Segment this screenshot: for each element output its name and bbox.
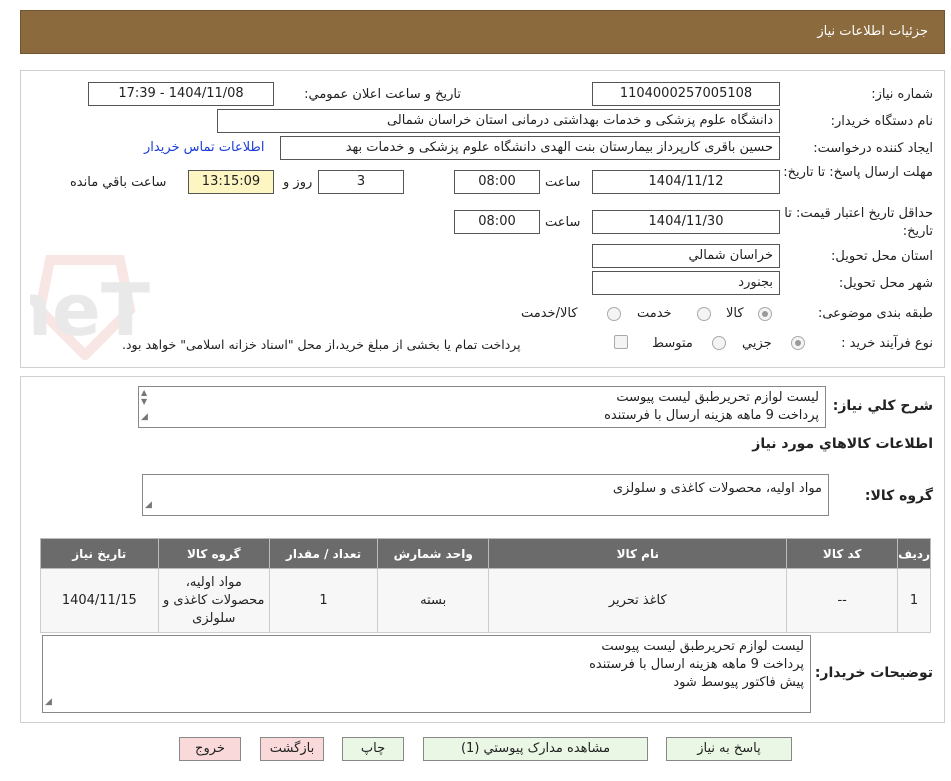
description-line-2: پرداخت 9 ماهه هزينه ارسال با فرستنده xyxy=(604,408,819,423)
days-field: 3 xyxy=(318,170,404,194)
need-number-field: 1104000257005108 xyxy=(592,82,780,106)
goods-group-textarea[interactable]: مواد اولیه، محصولات کاغذی و سلولزی ◢ xyxy=(142,474,829,516)
province-field: خراسان شمالي xyxy=(592,244,780,268)
category-radio-goods-service[interactable] xyxy=(607,307,621,321)
col-group: گروه کالا xyxy=(157,538,270,569)
print-button[interactable]: چاپ xyxy=(342,737,404,761)
resize-grip-icon[interactable]: ◢ xyxy=(45,693,52,711)
days-label: روز و xyxy=(283,175,313,190)
need-number-label: شماره نياز: xyxy=(871,87,933,102)
process-label: نوع فرآيند خريد : xyxy=(841,336,933,351)
treasury-note: پرداخت تمام يا بخشی از مبلغ خريد،از محل … xyxy=(122,337,521,352)
process-option-minor: جزيي xyxy=(742,336,772,351)
reply-button[interactable]: پاسخ به نياز xyxy=(666,737,792,761)
goods-group-label: گروه کالا: xyxy=(864,488,933,504)
row-code: -- xyxy=(786,568,899,633)
buyer-notes-line-1: ليست لوازم تحريرطبق ليست پيوست xyxy=(601,639,804,654)
goods-group-value: مواد اولیه، محصولات کاغذی و سلولزی xyxy=(612,481,822,496)
resize-grip-icon[interactable]: ◢ xyxy=(145,496,152,514)
row-index: 1 xyxy=(897,568,931,633)
items-table-header: رديف کد کالا نام کالا واحد شمارش تعداد /… xyxy=(40,538,931,569)
creator-field: حسین باقری کارپرداز بیمارستان بنت الهدی … xyxy=(280,136,780,160)
description-label: شرح کلي نياز: xyxy=(832,398,933,414)
announce-field: 1404/11/08 - 17:39 xyxy=(88,82,274,106)
row-date: 1404/11/15 xyxy=(40,568,159,633)
reply-deadline-label: مهلت ارسال پاسخ: تا تاريخ: xyxy=(783,165,933,180)
city-field: بجنورد xyxy=(592,271,780,295)
view-attachments-button[interactable]: مشاهده مدارک پيوستي (1) xyxy=(423,737,648,761)
row-name: کاغذ تحریر xyxy=(488,568,788,633)
buyer-notes-line-3: پيش فاکتور پيوسط شود xyxy=(673,675,804,690)
category-option-service: خدمت xyxy=(637,306,672,321)
buyer-org-field: دانشگاه علوم پزشکی و خدمات بهداشتی درمان… xyxy=(217,109,780,133)
province-label: استان محل تحويل: xyxy=(831,249,933,264)
col-code: کد کالا xyxy=(786,538,899,569)
process-radio-medium[interactable] xyxy=(712,336,726,350)
buyer-notes-line-2: پرداخت 9 ماهه هزينه ارسال با فرستنده xyxy=(589,657,804,672)
description-line-1: ليست لوازم تحريرطبق ليست پيوست xyxy=(616,390,819,405)
city-label: شهر محل تحويل: xyxy=(838,276,933,291)
remaining-time-field: 13:15:09 xyxy=(188,170,274,194)
col-date: تاريخ نياز xyxy=(40,538,159,569)
scroll-arrows-icon[interactable]: ▲ ▼ xyxy=(141,388,147,406)
category-option-goods-service: کالا/خدمت xyxy=(521,306,578,321)
page-header: جزئيات اطلاعات نياز xyxy=(20,10,945,54)
remaining-label: ساعت باقي مانده xyxy=(70,175,167,190)
reply-time-field: 08:00 xyxy=(454,170,540,194)
buyer-notes-label: توضيحات خريدار: xyxy=(814,665,933,681)
validity-time-label: ساعت xyxy=(545,215,581,230)
validity-label: حداقل تاريخ اعتبار قيمت: تا تاريخ: xyxy=(784,206,933,239)
exit-button[interactable]: خروج xyxy=(179,737,241,761)
category-radio-goods[interactable] xyxy=(758,307,772,321)
reply-date-field: 1404/11/12 xyxy=(592,170,780,194)
table-row: 1 -- کاغذ تحریر بسته 1 مواد اولیه، محصول… xyxy=(40,568,931,633)
items-table: رديف کد کالا نام کالا واحد شمارش تعداد /… xyxy=(40,538,931,633)
buyer-notes-textarea[interactable]: ليست لوازم تحريرطبق ليست پيوست پرداخت 9 … xyxy=(42,635,811,713)
treasury-checkbox[interactable] xyxy=(614,335,628,349)
col-qty: تعداد / مقدار xyxy=(268,538,379,569)
process-radio-minor[interactable] xyxy=(791,336,805,350)
row-group: مواد اولیه، محصولات کاغذی و سلولزی xyxy=(157,568,270,633)
buyer-contact-link[interactable]: اطلاعات تماس خريدار xyxy=(144,140,264,155)
reply-time-label: ساعت xyxy=(545,175,581,190)
row-unit: بسته xyxy=(377,568,490,633)
buyer-org-label: نام دستگاه خريدار: xyxy=(830,114,933,129)
announce-label: تاريخ و ساعت اعلان عمومي: xyxy=(304,87,461,102)
category-radio-service[interactable] xyxy=(697,307,711,321)
back-button[interactable]: بازگشت xyxy=(260,737,324,761)
col-unit: واحد شمارش xyxy=(377,538,490,569)
col-name: نام کالا xyxy=(488,538,788,569)
col-index: رديف xyxy=(897,538,931,569)
validity-date-field: 1404/11/30 xyxy=(592,210,780,234)
page-title: جزئيات اطلاعات نياز xyxy=(817,24,928,39)
validity-time-field: 08:00 xyxy=(454,210,540,234)
process-option-medium: متوسط xyxy=(652,336,693,351)
category-option-goods: کالا xyxy=(726,306,744,321)
resize-grip-icon[interactable]: ◢ xyxy=(141,408,148,426)
category-label: طبقه بندی موضوعی: xyxy=(817,306,933,321)
creator-label: ايجاد کننده درخواست: xyxy=(813,141,933,156)
row-qty: 1 xyxy=(268,568,379,633)
description-textarea[interactable]: ليست لوازم تحريرطبق ليست پيوست پرداخت 9 … xyxy=(138,386,826,428)
goods-section-title: اطلاعات کالاهاي مورد نياز xyxy=(752,436,933,452)
